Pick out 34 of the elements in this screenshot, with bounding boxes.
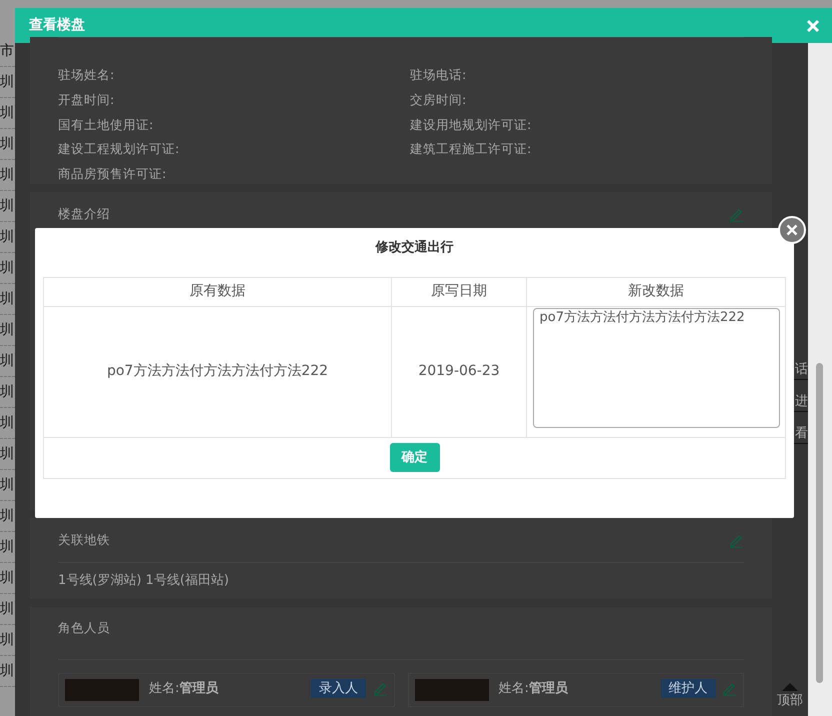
section-title: 楼盘介绍 (58, 204, 110, 223)
person-name: 姓名:管理员 (498, 680, 568, 698)
field-label: 交房时间: (410, 90, 468, 109)
table-cell: 2019-06-23 (418, 363, 500, 379)
close-icon[interactable] (806, 18, 820, 32)
pencil-icon[interactable] (729, 532, 744, 548)
column-header: 新改数据 (526, 277, 786, 306)
pencil-icon[interactable] (372, 680, 388, 696)
section-title: 角色人员 (58, 619, 110, 638)
pencil-icon[interactable] (722, 680, 737, 696)
person-name: 姓名:管理员 (149, 680, 218, 698)
text-area[interactable]: po7方法方法付方法方法付方法222 (532, 308, 780, 428)
field-label: 驻场姓名: (58, 66, 116, 84)
column-header: 原写日期 (392, 277, 526, 306)
field-label: 国有土地使用证: (58, 116, 154, 134)
dialog-title: 查看楼盘 (29, 16, 85, 35)
dialog-title: 修改交通出行 (374, 238, 454, 257)
up-arrow-icon (782, 682, 798, 690)
field-label: 建筑工程施工许可证: (410, 140, 532, 158)
field-label: 商品房预售许可证: (58, 165, 168, 183)
table-cell: po7方法方法付方法方法付方法222 (106, 363, 328, 379)
field-label: 驻场电话: (410, 66, 468, 84)
back-to-top-button[interactable]: 顶部 (777, 682, 803, 710)
scrollbar[interactable] (808, 43, 832, 716)
metro-lines: 1号线(罗湖站) 1号线(福田站) (58, 562, 744, 598)
role-tag: 录入人 (311, 678, 366, 698)
close-icon (786, 224, 798, 236)
section-title: 关联地铁 (58, 530, 110, 549)
field-label: 建设用地规划许可证: (410, 116, 532, 134)
field-label: 建设工程规划许可证: (58, 140, 180, 158)
column-header: 原有数据 (44, 277, 392, 306)
field-label: 开盘时间: (58, 90, 116, 109)
pencil-icon[interactable] (729, 206, 744, 222)
role-tag: 维护人 (660, 678, 716, 698)
